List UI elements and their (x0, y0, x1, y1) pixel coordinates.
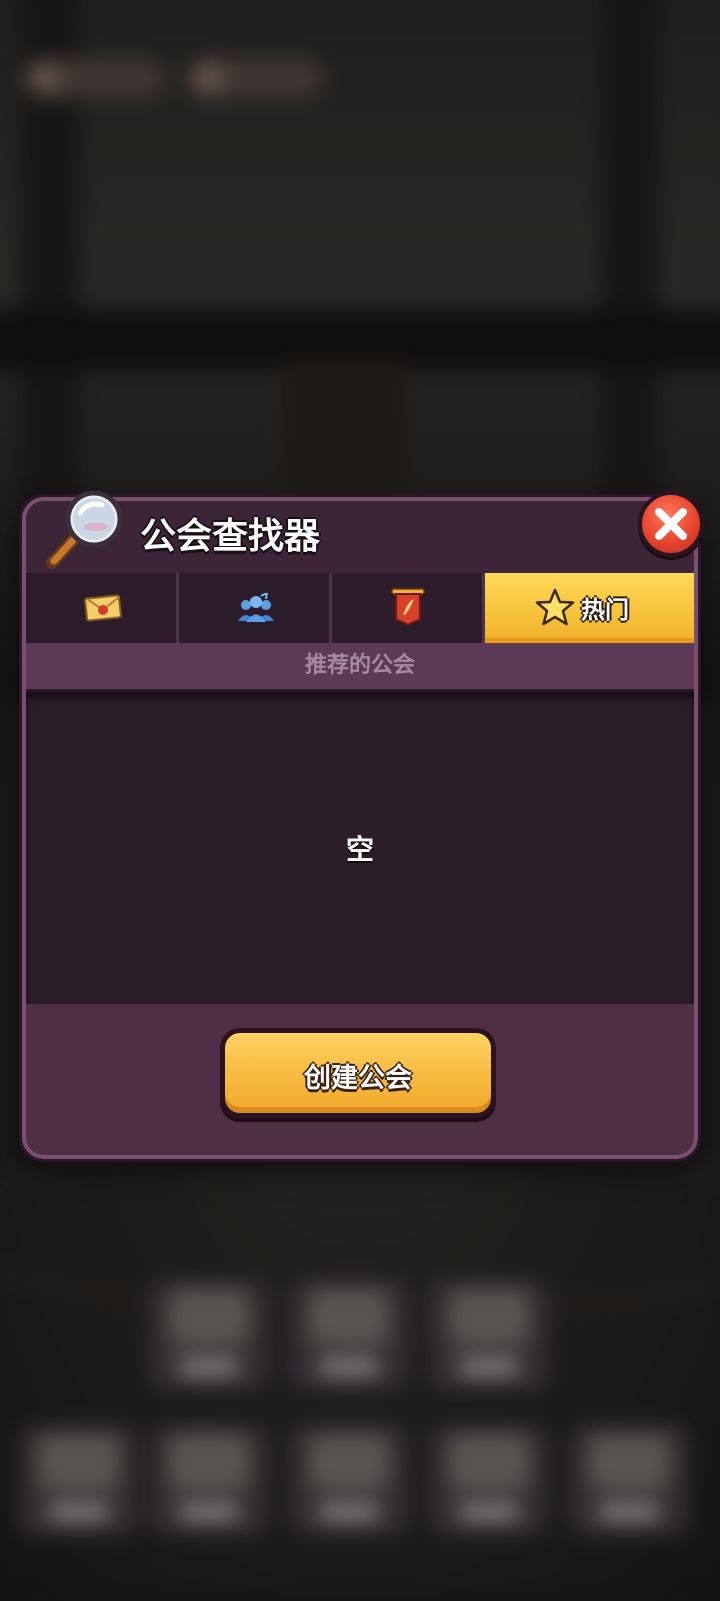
sealed-letter-icon (84, 593, 122, 627)
section-header: 推荐的公会 (26, 643, 694, 692)
close-button[interactable] (638, 491, 704, 557)
create-guild-button[interactable]: 创建公会 (220, 1028, 496, 1118)
tab-popular-label: 热门 (581, 596, 629, 624)
close-x-icon (655, 508, 687, 540)
empty-state-text: 空 (345, 833, 374, 866)
guild-finder-dialog: 公会查找器 热门 推荐的公会 空 创建公会 (22, 490, 704, 1159)
tab-banner[interactable] (332, 573, 485, 643)
star-icon (535, 588, 575, 630)
guild-banner-icon (390, 587, 426, 631)
guild-list[interactable]: 空 (26, 692, 694, 1004)
dialog-title: 公会查找器 (140, 516, 321, 557)
dialog-header: 公会查找器 (26, 490, 694, 573)
dialog-footer: 创建公会 (26, 1004, 694, 1155)
group-people-icon (237, 591, 275, 627)
tab-members[interactable] (179, 573, 332, 643)
tab-bar: 热门 (26, 573, 694, 643)
tab-popular[interactable]: 热门 (485, 573, 694, 643)
magnifier-icon (44, 487, 130, 573)
create-guild-button-label: 创建公会 (304, 1063, 412, 1094)
tab-invitations[interactable] (26, 573, 179, 643)
